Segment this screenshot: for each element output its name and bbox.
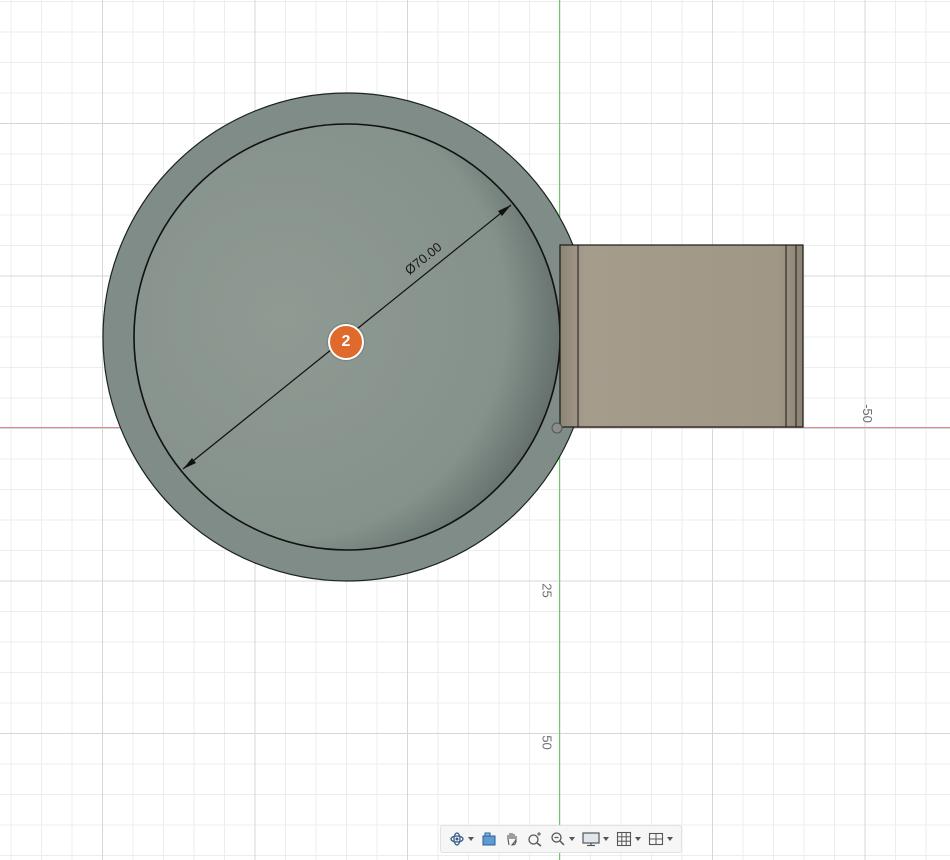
step-marker[interactable]: 2 xyxy=(328,324,364,360)
viewports-dropdown-caret[interactable] xyxy=(667,837,674,841)
scene-drawing[interactable]: Ø70.00 xyxy=(0,0,950,860)
axis-label-y-50: 50 xyxy=(539,735,555,750)
origin-point[interactable] xyxy=(551,422,563,434)
zoom-button[interactable] xyxy=(527,828,543,850)
orbit-dropdown-caret[interactable] xyxy=(467,837,474,841)
fit-dropdown-caret[interactable] xyxy=(569,837,576,841)
navigation-bar xyxy=(440,825,682,853)
display-settings-icon xyxy=(582,832,600,847)
grid-settings-icon xyxy=(617,831,632,847)
grid-settings-button[interactable] xyxy=(616,828,642,850)
handle-body[interactable] xyxy=(559,244,804,428)
orbit-icon xyxy=(449,832,464,846)
fit-icon xyxy=(551,832,565,846)
orbit-button[interactable] xyxy=(449,828,474,850)
look-at-icon xyxy=(482,832,496,846)
axis-label-x-neg50: -50 xyxy=(859,404,875,423)
look-at-button[interactable] xyxy=(481,828,497,850)
zoom-icon xyxy=(528,832,542,847)
axis-label-y-25: 25 xyxy=(539,583,555,598)
display-settings-button[interactable] xyxy=(582,828,610,850)
display-dropdown-caret[interactable] xyxy=(603,837,610,841)
fit-button[interactable] xyxy=(550,828,576,850)
canvas-viewport[interactable]: Ø70.00 -50 25 50 2 xyxy=(0,0,950,860)
pan-icon xyxy=(507,833,517,846)
viewports-button[interactable] xyxy=(648,828,674,850)
pan-button[interactable] xyxy=(504,828,520,850)
grid-dropdown-caret[interactable] xyxy=(635,837,642,841)
viewports-icon xyxy=(649,832,664,846)
